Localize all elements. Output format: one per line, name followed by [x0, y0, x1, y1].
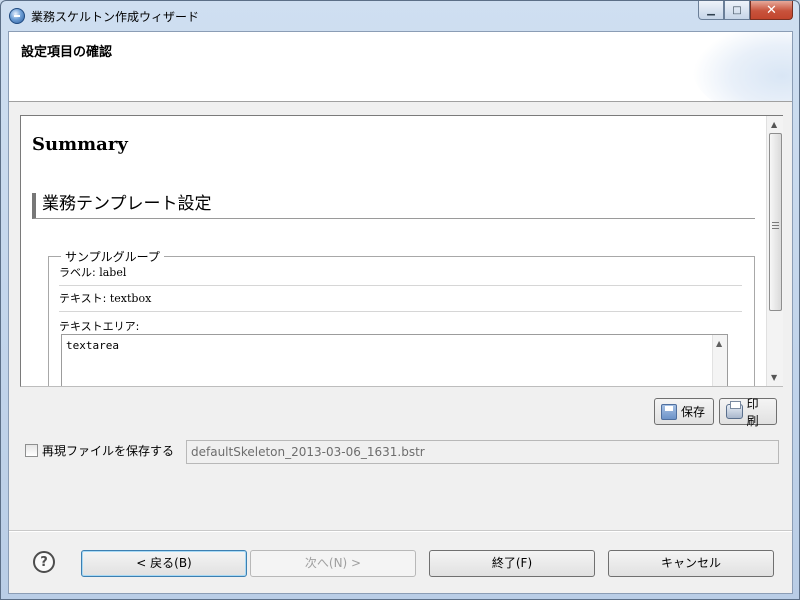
minimize-button[interactable]: ▁ — [698, 1, 724, 20]
save-replay-label[interactable]: 再現ファイルを保存する — [42, 442, 174, 459]
close-icon: ✕ — [766, 2, 777, 18]
page-header: 設定項目の確認 — [9, 32, 792, 102]
replay-file-field[interactable]: defaultSkeleton_2013-03-06_1631.bstr — [186, 440, 779, 464]
window-title: 業務スケルトン作成ウィザード — [31, 10, 200, 24]
section-heading: 業務テンプレート設定 — [32, 193, 755, 219]
field-row-textbox: テキスト: textbox — [59, 286, 742, 312]
printer-icon — [726, 401, 743, 419]
footer-separator — [9, 530, 792, 532]
back-button[interactable]: < 戻る(B) — [81, 550, 247, 577]
summary-content: Summary 業務テンプレート設定 サンプルグループ ラベル: label テ… — [21, 116, 766, 386]
textarea-field[interactable]: textarea ▲ — [61, 334, 728, 386]
grip-icon — [772, 222, 779, 229]
print-button[interactable]: 印刷 — [719, 397, 777, 428]
scroll-up-icon[interactable]: ▲ — [771, 120, 777, 129]
maximize-icon: □ — [732, 4, 742, 16]
summary-pane[interactable]: Summary 業務テンプレート設定 サンプルグループ ラベル: label テ… — [20, 115, 783, 387]
title-bar[interactable]: 業務スケルトン作成ウィザード ▁ □ ✕ — [1, 1, 799, 31]
textarea-value: textarea — [66, 339, 119, 352]
save-label: 保存 — [681, 405, 706, 419]
field-value: label — [99, 266, 127, 279]
next-button[interactable]: 次へ(N) > — [250, 550, 416, 577]
wizard-client-area: 設定項目の確認 Summary 業務テンプレート設定 サンプルグループ ラベル:… — [8, 31, 793, 594]
window-controls: ▁ □ ✕ — [698, 1, 793, 21]
textarea-label: テキストエリア: — [59, 320, 140, 333]
summary-scrollbar[interactable]: ▲ ▼ — [766, 116, 783, 386]
scrollbar-thumb[interactable] — [769, 133, 782, 311]
sample-group: サンプルグループ ラベル: label テキスト: textbox テキストエリ… — [48, 248, 755, 386]
page-title: 設定項目の確認 — [21, 45, 113, 60]
help-icon[interactable]: ? — [33, 551, 55, 573]
scroll-up-icon: ▲ — [716, 339, 723, 348]
summary-title: Summary — [32, 134, 128, 155]
wizard-window: 業務スケルトン作成ウィザード ▁ □ ✕ 設定項目の確認 Summary 業務テ… — [0, 0, 800, 600]
save-button[interactable]: 保存 — [654, 398, 714, 425]
scroll-down-icon[interactable]: ▼ — [771, 373, 777, 382]
save-disk-icon — [661, 403, 677, 420]
finish-button[interactable]: 終了(F) — [429, 550, 595, 577]
textarea-scrollbar[interactable]: ▲ — [712, 335, 727, 386]
field-value: textbox — [109, 292, 152, 305]
close-button[interactable]: ✕ — [750, 1, 793, 20]
field-row-label: ラベル: label — [59, 260, 742, 286]
header-decoration — [692, 32, 792, 101]
maximize-button[interactable]: □ — [724, 1, 750, 20]
field-label: テキスト: — [59, 292, 110, 305]
save-replay-row: 再現ファイルを保存する — [25, 442, 174, 459]
print-label: 印刷 — [746, 396, 759, 428]
field-label: ラベル: — [59, 266, 100, 279]
app-icon — [9, 8, 25, 24]
minimize-icon: ▁ — [707, 4, 715, 16]
cancel-button[interactable]: キャンセル — [608, 550, 774, 577]
save-replay-checkbox[interactable] — [25, 444, 38, 457]
